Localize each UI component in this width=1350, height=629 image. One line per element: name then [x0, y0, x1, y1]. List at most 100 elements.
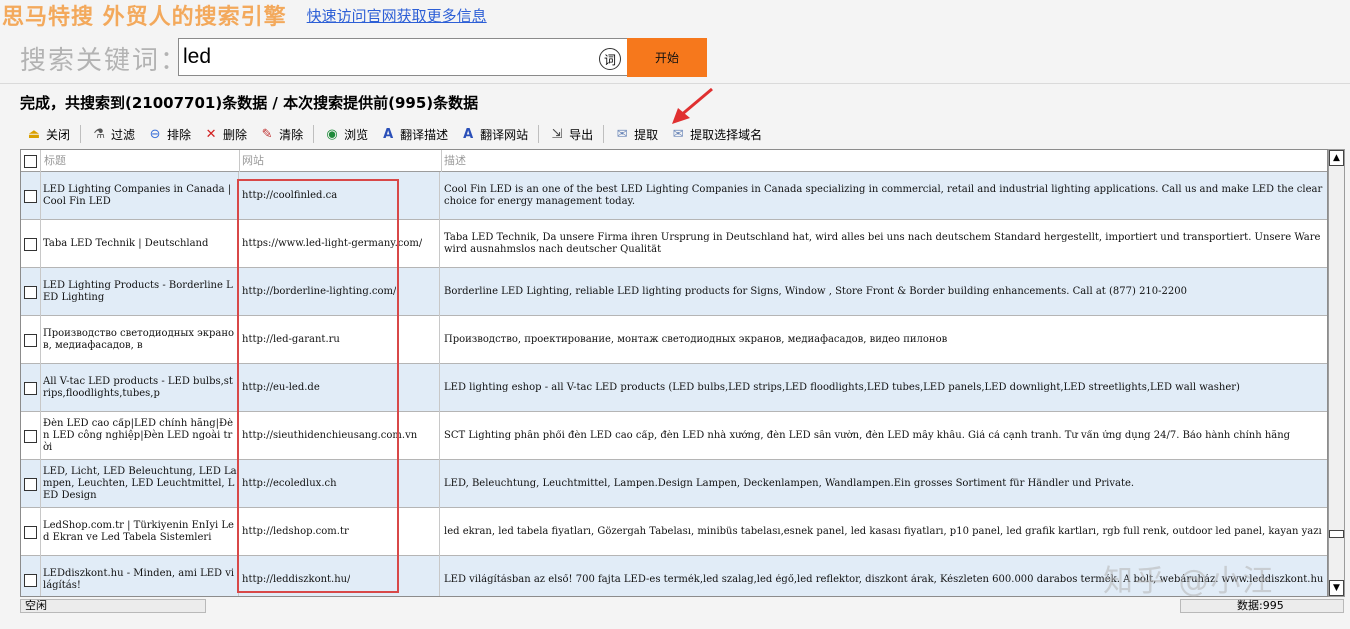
row-desc: Производство, проектирование, монтаж све…: [444, 334, 948, 345]
row-checkbox[interactable]: [24, 333, 37, 347]
row-site-cell: http://leddiszkont.hu/: [240, 556, 440, 596]
scroll-down-icon[interactable]: ▼: [1329, 580, 1344, 596]
row-desc: SCT Lighting phân phối đèn LED cao cấp, …: [444, 430, 1291, 441]
row-checkbox[interactable]: [24, 285, 37, 299]
keyword-dict-icon[interactable]: 词: [599, 48, 621, 70]
row-select-cell: [21, 316, 41, 364]
row-title: Đèn LED cao cấp|LED chính hãng|Đèn LED c…: [43, 418, 234, 453]
row-desc-cell: LED világításban az első! 700 fajta LED-…: [442, 556, 1326, 596]
toolbar-label: 提取选择域名: [690, 127, 763, 142]
table-row[interactable]: Taba LED Technik | Deutschland https://ww…: [21, 220, 1327, 268]
row-select-cell: [21, 172, 41, 220]
search-row: 搜索关键词： 词 开始: [0, 34, 1350, 82]
row-site[interactable]: https://www.led-light-germany.com/: [242, 238, 422, 250]
table-row[interactable]: Đèn LED cao cấp|LED chính hãng|Đèn LED c…: [21, 412, 1327, 460]
close-app-icon: ⏏: [27, 126, 41, 142]
toolbar-label: 清除: [279, 127, 304, 142]
delete-icon: ✕: [205, 126, 217, 142]
scroll-thumb[interactable]: [1329, 530, 1344, 538]
brand-header: 思马特搜 外贸人的搜索引擎 快速访问官网获取更多信息: [2, 0, 487, 30]
row-site-cell: https://www.led-light-germany.com/: [240, 220, 440, 268]
toolbar-close-app-button[interactable]: ⏏ 关闭: [20, 122, 76, 146]
row-select-cell: [21, 412, 41, 460]
row-title-cell: Taba LED Technik | Deutschland: [42, 220, 239, 268]
toolbar-separator: [80, 125, 82, 143]
row-desc-cell: Taba LED Technik, Da unsere Firma ihren …: [442, 220, 1326, 268]
row-site[interactable]: http://led-garant.ru: [242, 334, 340, 346]
extract-icon: ✉: [616, 126, 628, 142]
row-checkbox[interactable]: [24, 189, 37, 203]
row-select-cell: [21, 460, 41, 508]
toolbar-extract-domain-button[interactable]: ✉ 提取选择域名: [664, 122, 768, 146]
row-title: All V-tac LED products - LED bulbs,strip…: [43, 376, 233, 399]
results-grid: 标题 网站 描述 LED Lighting Companies in Canad…: [20, 149, 1328, 597]
row-title: LED, Licht, LED Beleuchtung, LED Lampen,…: [43, 466, 237, 501]
toolbar-label: 导出: [569, 127, 594, 142]
row-desc: Taba LED Technik, Da unsere Firma ihren …: [444, 232, 1321, 255]
select-all-checkbox[interactable]: [24, 154, 37, 168]
row-checkbox[interactable]: [24, 381, 37, 395]
toolbar-label: 翻译描述: [400, 127, 449, 142]
toolbar: ⏏ 关闭 ⚗ 过滤 ⊖ 排除 ✕ 删除 ✎ 清除 ◉ 浏览 A 翻译描述 A 翻译网站 ⇲ 导出 ✉ 提取 ✉ 提取选择域…: [20, 121, 768, 147]
column-header-desc[interactable]: 描述: [442, 150, 1327, 172]
row-desc: LED lighting eshop - all V-tac LED produ…: [444, 382, 1240, 393]
row-site[interactable]: http://coolfinled.ca: [242, 190, 337, 202]
row-title: Производство светодиодных экранов, медиа…: [43, 328, 235, 351]
toolbar-translate-button[interactable]: A 翻译描述: [374, 122, 454, 146]
row-desc-cell: LED lighting eshop - all V-tac LED produ…: [442, 364, 1326, 412]
toolbar-filter-button[interactable]: ⚗ 过滤: [85, 122, 141, 146]
toolbar-clear-button[interactable]: ✎ 清除: [253, 122, 309, 146]
table-row[interactable]: Производство светодиодных экранов, медиа…: [21, 316, 1327, 364]
table-row[interactable]: LEDdiszkont.hu - Minden, ami LED világít…: [21, 556, 1327, 596]
search-box: 词: [178, 38, 628, 76]
row-site[interactable]: http://sieuthidenchieusang.com.vn: [242, 430, 417, 442]
row-checkbox[interactable]: [24, 525, 37, 539]
globe-icon: ◉: [326, 126, 338, 142]
official-site-link[interactable]: 快速访问官网获取更多信息: [307, 5, 487, 26]
filter-icon: ⚗: [93, 126, 105, 142]
row-site[interactable]: http://ecoledlux.ch: [242, 478, 337, 490]
statusbar-count: 数据:995: [1180, 599, 1344, 613]
row-checkbox[interactable]: [24, 573, 37, 587]
toolbar-translate-button[interactable]: A 翻译网站: [454, 122, 534, 146]
table-row[interactable]: LED Lighting Products - Borderline LED L…: [21, 268, 1327, 316]
row-checkbox[interactable]: [24, 429, 37, 443]
toolbar-delete-button[interactable]: ✕ 删除: [197, 122, 253, 146]
clear-icon: ✎: [261, 126, 273, 142]
toolbar-separator: [603, 125, 605, 143]
row-select-cell: [21, 508, 41, 556]
vertical-scrollbar[interactable]: ▲ ▼: [1328, 149, 1345, 597]
row-title-cell: All V-tac LED products - LED bulbs,strip…: [42, 364, 239, 412]
table-row[interactable]: LED Lighting Companies in Canada | Cool …: [21, 172, 1327, 220]
scroll-up-icon[interactable]: ▲: [1329, 150, 1344, 166]
start-search-button[interactable]: 开始: [627, 38, 707, 77]
grid-header: 标题 网站 描述: [21, 150, 1327, 172]
toolbar-exclude-button[interactable]: ⊖ 排除: [141, 122, 197, 146]
table-row[interactable]: LED, Licht, LED Beleuchtung, LED Lampen,…: [21, 460, 1327, 508]
row-checkbox[interactable]: [24, 237, 37, 251]
row-site[interactable]: http://leddiszkont.hu/: [242, 574, 350, 586]
row-checkbox[interactable]: [24, 477, 37, 491]
row-site[interactable]: http://borderline-lighting.com/: [242, 286, 396, 298]
row-desc: Borderline LED Lighting, reliable LED li…: [444, 286, 1187, 297]
toolbar-label: 关闭: [46, 127, 71, 142]
row-site[interactable]: http://ledshop.com.tr: [242, 526, 349, 538]
select-all-cell: [21, 150, 41, 172]
toolbar-export-button[interactable]: ⇲ 导出: [543, 122, 599, 146]
column-header-site[interactable]: 网站: [240, 150, 442, 172]
row-site-cell: http://ecoledlux.ch: [240, 460, 440, 508]
row-title-cell: LED, Licht, LED Beleuchtung, LED Lampen,…: [42, 460, 239, 508]
row-select-cell: [21, 364, 41, 412]
toolbar-label: 删除: [223, 127, 248, 142]
table-row[interactable]: All V-tac LED products - LED bulbs,strip…: [21, 364, 1327, 412]
toolbar-label: 翻译网站: [480, 127, 529, 142]
row-site[interactable]: http://eu-led.de: [242, 382, 320, 394]
column-header-title[interactable]: 标题: [42, 150, 240, 172]
toolbar-extract-button[interactable]: ✉ 提取: [608, 122, 664, 146]
toolbar-label: 排除: [167, 127, 192, 142]
toolbar-globe-button[interactable]: ◉ 浏览: [318, 122, 374, 146]
row-desc: led ekran, led tabela fiyatları, Gözerga…: [444, 526, 1322, 537]
search-input[interactable]: [183, 41, 583, 73]
table-row[interactable]: LedShop.com.tr | Türkiyenin Enİyi Led Ek…: [21, 508, 1327, 556]
toolbar-label: 浏览: [344, 127, 369, 142]
